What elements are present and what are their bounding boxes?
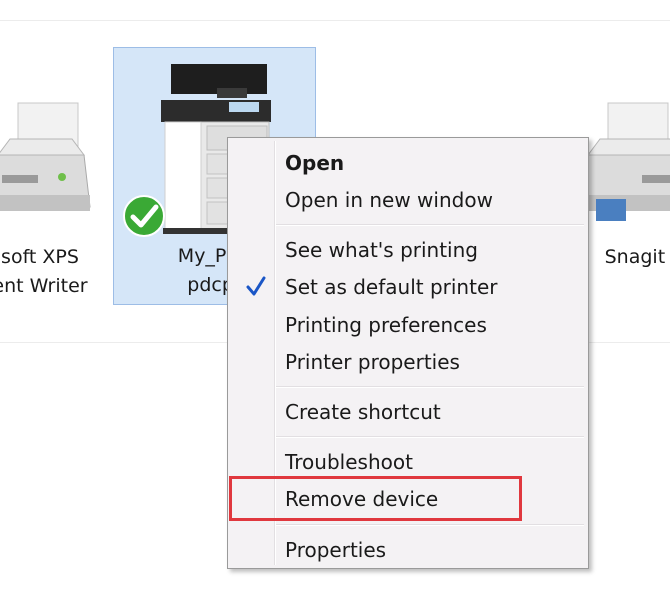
menu-item-troubleshoot[interactable]: Troubleshoot: [231, 444, 585, 480]
default-printer-check-icon: [122, 194, 166, 247]
menu-item-set-default-printer[interactable]: Set as default printer: [231, 269, 585, 305]
menu-item-create-shortcut[interactable]: Create shortcut: [231, 394, 585, 430]
menu-item-open-new-window[interactable]: Open in new window: [231, 182, 585, 218]
top-divider: [0, 20, 670, 21]
menu-item-printer-properties[interactable]: Printer properties: [231, 344, 585, 380]
menu-separator: [276, 224, 584, 226]
printer-icon: [0, 95, 92, 234]
menu-item-printing-preferences[interactable]: Printing preferences: [231, 307, 585, 343]
menu-separator: [276, 436, 584, 438]
menu-item-properties[interactable]: Properties: [231, 532, 585, 568]
printer-icon: [581, 95, 670, 234]
menu-item-see-whats-printing[interactable]: See what's printing: [231, 232, 585, 268]
menu-separator: [276, 386, 584, 388]
menu-item-open[interactable]: Open: [231, 145, 585, 181]
remove-device-highlight: [229, 476, 522, 521]
checkmark-icon: [243, 274, 269, 311]
menu-separator: [276, 524, 584, 526]
